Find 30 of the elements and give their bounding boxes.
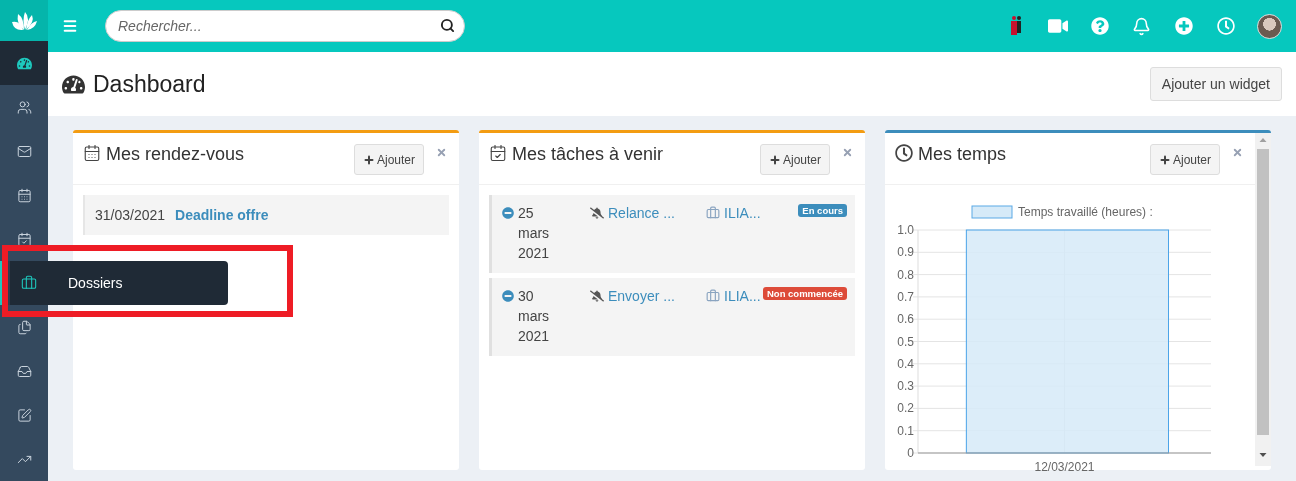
widget-title: Mes temps <box>918 143 1007 165</box>
axis-tick-label: 0.3 <box>897 379 914 394</box>
page-title: Dashboard <box>93 70 206 98</box>
axis-tick-label: 0.8 <box>897 267 914 282</box>
widget-title: Mes tâches à venir <box>512 143 664 165</box>
search-field[interactable]: Rechercher... <box>105 10 465 42</box>
axis-tick-label: 1.0 <box>897 223 914 237</box>
axis-tick-label: 12/03/2021 <box>1034 460 1095 474</box>
add-widget-button[interactable]: Ajouter un widget <box>1149 67 1282 101</box>
axis-tick-label: 0.2 <box>897 401 914 416</box>
add-button[interactable]: Ajouter <box>353 144 424 175</box>
appointment-date: 31/03/2021 <box>95 207 166 223</box>
axis-tick-label: 0.7 <box>897 289 914 304</box>
add-button[interactable]: Ajouter <box>759 144 830 175</box>
axis-tick-label: 0.9 <box>897 245 914 260</box>
add-button[interactable]: Ajouter <box>1149 144 1220 175</box>
status-badge: Non commencée <box>762 287 847 300</box>
axis-tick-label: 0 <box>907 446 914 460</box>
widget-title: Mes rendez-vous <box>106 143 245 165</box>
axis-tick-label: 0.4 <box>897 356 914 371</box>
axis-tick-label: 0.6 <box>897 312 914 327</box>
axis-tick-label: 0.1 <box>897 423 914 438</box>
appointment-row[interactable]: 31/03/2021 Deadline offre <box>83 195 449 235</box>
legend-item: Temps travaillé (heures) : <box>971 205 1153 219</box>
legend-label: Temps travaillé (heures) : <box>1018 205 1153 219</box>
task-date: 25 mars 2021 <box>518 204 551 263</box>
task-date: 30 mars 2021 <box>518 287 551 346</box>
status-badge: En cours <box>798 204 847 217</box>
tooltip: Dossiers <box>10 261 228 305</box>
axis-tick-label: 0.5 <box>897 334 914 349</box>
